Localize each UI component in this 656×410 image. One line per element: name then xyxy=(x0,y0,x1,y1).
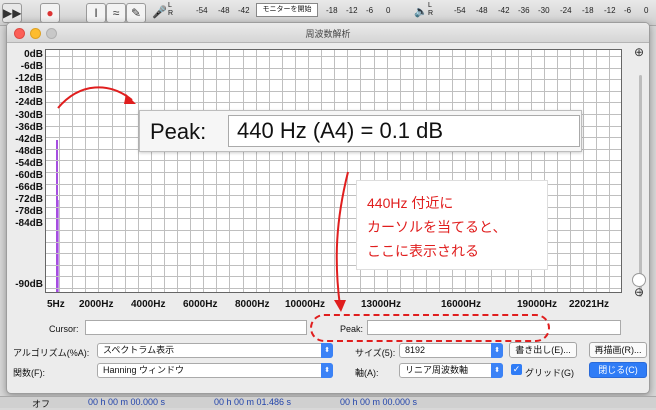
annotation-note: 440Hz 付近に カーソルを当てると、 ここに表示される xyxy=(356,180,548,270)
arrow-to-peak-field xyxy=(335,171,349,307)
time-start-field[interactable]: 00 h 00 m 00.000 s xyxy=(88,397,165,407)
selection-toolbar: オフ 00 h 00 m 00.000 s 00 h 00 m 01.486 s… xyxy=(0,396,656,409)
time-length-field[interactable]: 00 h 00 m 00.000 s xyxy=(340,397,417,407)
note-line: ここに表示される xyxy=(367,243,479,259)
snap-label: オフ xyxy=(32,399,51,409)
arrow-to-callout xyxy=(57,86,133,109)
annotation-arrows xyxy=(57,86,349,312)
arrow-head-icon xyxy=(124,94,136,104)
arrow-head-icon xyxy=(334,300,346,312)
note-line: カーソルを当てると、 xyxy=(367,219,507,235)
note-line: 440Hz 付近に xyxy=(367,195,454,211)
peak-highlight-oval xyxy=(310,314,550,342)
time-end-field[interactable]: 00 h 00 m 01.486 s xyxy=(214,397,291,407)
